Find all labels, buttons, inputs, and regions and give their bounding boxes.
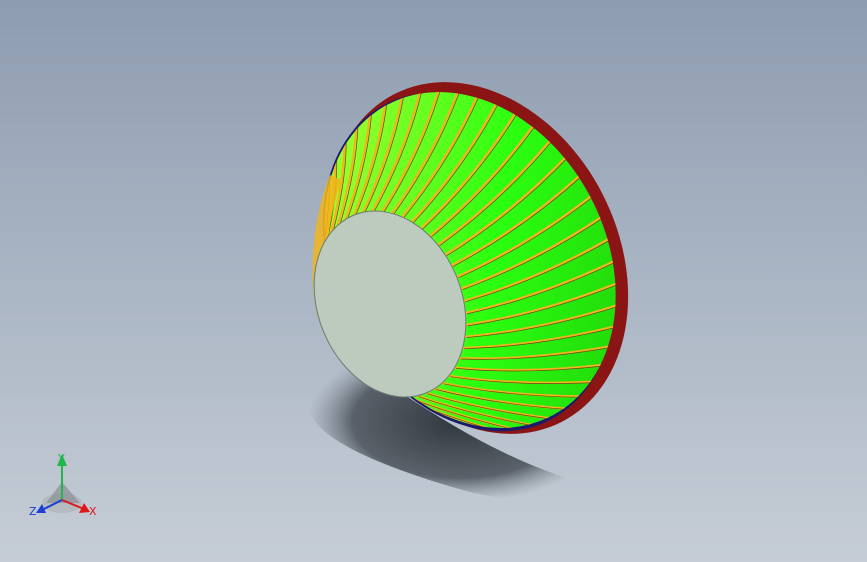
y-axis-label: Y (57, 452, 65, 465)
orientation-triad[interactable]: Y X Z (29, 452, 97, 518)
graphics-viewport[interactable]: Y X Z (0, 0, 867, 562)
x-axis-label: X (89, 505, 97, 518)
z-axis-label: Z (29, 505, 37, 518)
